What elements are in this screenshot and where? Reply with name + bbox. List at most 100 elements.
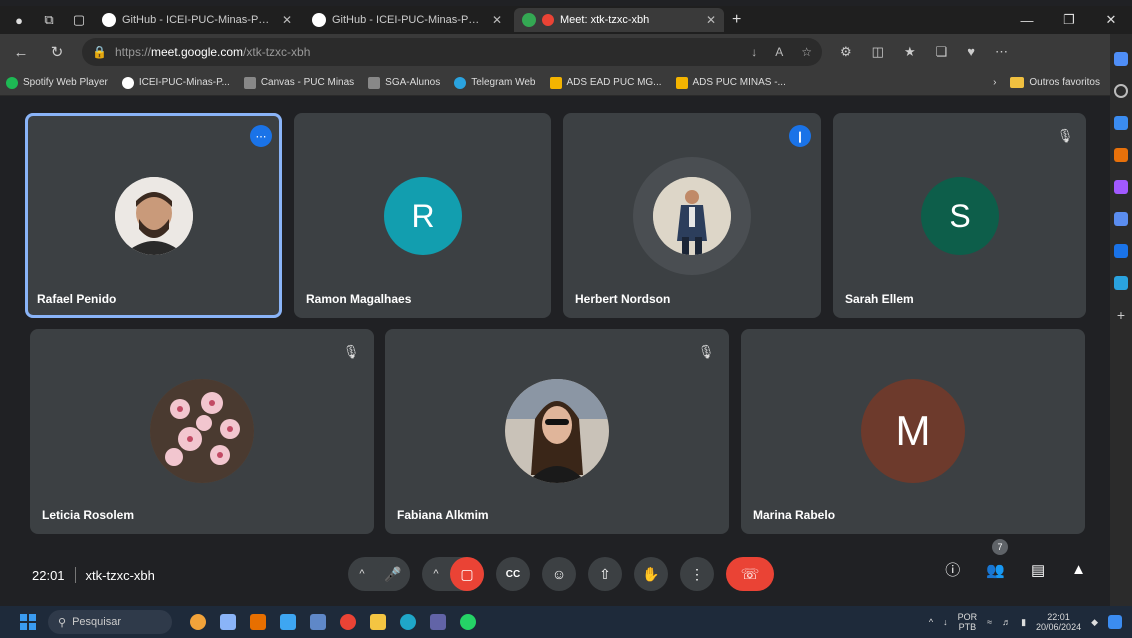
extensions-icon[interactable]: ⚙ — [840, 44, 852, 60]
clock[interactable]: 22:01 20/06/2024 — [1036, 612, 1081, 632]
teams-icon[interactable] — [430, 614, 446, 630]
weather-app-icon[interactable] — [190, 614, 206, 630]
minimize-icon[interactable]: — — [1006, 6, 1048, 34]
bookmark-ads-ead[interactable]: ADS EAD PUC MG... — [549, 76, 662, 89]
bookmark-label: ADS PUC MINAS -... — [692, 77, 786, 88]
volume-icon[interactable]: ♬ — [1002, 617, 1011, 627]
battery-icon[interactable]: ▮ — [1021, 617, 1026, 628]
audio-options-chevron-icon[interactable]: ^ — [348, 568, 376, 580]
windows-taskbar: ⚲ Pesquisar ^ ↓ POR PTB ≈ ♬ ▮ 22:01 20/0… — [0, 606, 1132, 638]
browser-tab-github-1[interactable]: GitHub - ICEI-PUC-Minas-PMV-/ ✕ — [94, 8, 300, 32]
add-icon[interactable]: + — [1114, 308, 1128, 322]
browser-tab-github-2[interactable]: GitHub - ICEI-PUC-Minas-PMV-/ ✕ — [304, 8, 510, 32]
participant-tile-fabiana[interactable]: 🎙 Fabiana Alkmim — [385, 329, 729, 534]
bookmark-label: SGA-Alunos — [385, 77, 441, 88]
shopping-icon[interactable] — [1114, 148, 1128, 162]
bookmark-canvas[interactable]: Canvas - PUC Minas — [243, 76, 354, 89]
close-icon[interactable]: ✕ — [492, 13, 502, 27]
participant-tile-leticia[interactable]: 🎙 Leticia Rosolem — [30, 329, 374, 534]
file-explorer-icon[interactable] — [370, 614, 386, 630]
recording-icon — [542, 14, 554, 26]
avatar: M — [861, 379, 965, 483]
read-aloud-icon[interactable]: A — [775, 45, 783, 59]
new-tab-button[interactable]: + — [732, 11, 741, 29]
screen: ● ⧉ ▢ GitHub - ICEI-PUC-Minas-PMV-/ ✕ Gi… — [0, 0, 1132, 638]
calculator-icon[interactable] — [310, 614, 326, 630]
chevron-right-icon[interactable]: › — [993, 77, 996, 88]
collections-icon[interactable]: ❏ — [936, 44, 948, 60]
bookmark-sga[interactable]: SGA-Alunos — [368, 76, 441, 89]
refresh-icon[interactable]: ↻ — [42, 37, 72, 67]
tag-icon[interactable] — [1114, 116, 1128, 130]
more-options-icon[interactable]: ⋯ — [250, 125, 272, 147]
bookmark-spotify[interactable]: Spotify Web Player — [6, 76, 108, 89]
task-view-icon[interactable] — [220, 614, 236, 630]
more-icon[interactable]: ⋯ — [995, 44, 1008, 60]
edge-icon[interactable] — [400, 614, 416, 630]
url-host: meet.google.com — [150, 45, 244, 59]
download-icon[interactable]: ↓ — [751, 45, 757, 59]
wifi-icon[interactable]: ≈ — [987, 617, 992, 627]
language-indicator[interactable]: POR PTB — [958, 612, 978, 632]
workspaces-icon[interactable]: ⧉ — [38, 9, 60, 31]
spotify-icon — [6, 76, 18, 89]
window-controls: — ❐ ✕ — [1006, 6, 1132, 34]
more-options-button[interactable]: ⋮ — [680, 557, 714, 591]
participant-tile-sarah[interactable]: 🎙 S Sarah Ellem — [833, 113, 1086, 318]
profile-icon[interactable]: ● — [8, 9, 30, 31]
tab-label: GitHub - ICEI-PUC-Minas-PMV-/ — [332, 14, 486, 26]
taskbar-search-input[interactable]: ⚲ Pesquisar — [48, 610, 172, 634]
favorites-icon[interactable]: ★ — [904, 44, 916, 60]
people-icon[interactable] — [1114, 180, 1128, 194]
participant-tile-rafael[interactable]: ⋯ Rafael Penido — [25, 113, 282, 318]
activities-icon[interactable]: ▲ — [1071, 561, 1086, 578]
leave-call-button[interactable]: ☏ — [726, 557, 774, 591]
chevron-up-icon[interactable]: ^ — [929, 617, 933, 627]
url-input[interactable]: 🔒 https://meet.google.com/xtk-tzxc-xbh ↓… — [82, 38, 822, 66]
bookmark-telegram[interactable]: Telegram Web — [454, 76, 536, 89]
usb-icon[interactable]: ↓ — [943, 617, 948, 627]
bookmarks-bar: Spotify Web Player ICEI-PUC-Minas-P... C… — [0, 70, 1110, 96]
copilot-icon[interactable] — [1114, 52, 1128, 66]
raise-hand-button[interactable]: ✋ — [634, 557, 668, 591]
back-icon[interactable]: ← — [6, 37, 36, 67]
vscode-icon[interactable] — [280, 614, 296, 630]
tab-actions-icon[interactable]: ▢ — [68, 9, 90, 31]
microphone-button[interactable]: 🎤 — [376, 557, 410, 591]
video-options-chevron-icon[interactable]: ^ — [422, 568, 450, 580]
close-icon[interactable]: ✕ — [706, 13, 716, 27]
games-icon[interactable] — [1114, 212, 1128, 226]
participant-tile-ramon[interactable]: R Ramon Magalhaes — [294, 113, 551, 318]
whatsapp-icon[interactable] — [460, 614, 476, 630]
chrome-icon[interactable] — [340, 614, 356, 630]
participant-tile-marina[interactable]: M Marina Rabelo — [741, 329, 1085, 534]
folder-icon — [1010, 77, 1025, 88]
other-favorites[interactable]: Outros favoritos — [1010, 77, 1100, 88]
outlook-icon[interactable] — [1114, 244, 1128, 258]
captions-button[interactable]: CC — [496, 557, 530, 591]
search-icon[interactable] — [1114, 84, 1128, 98]
emoji-button[interactable]: ☺ — [542, 557, 576, 591]
java-icon[interactable] — [250, 614, 266, 630]
language-bottom: PTB — [958, 622, 977, 632]
close-window-icon[interactable]: ✕ — [1090, 6, 1132, 34]
copilot-icon[interactable] — [1108, 615, 1122, 629]
close-icon[interactable]: ✕ — [282, 13, 292, 27]
notification-icon[interactable]: ◆ — [1091, 617, 1098, 628]
send-icon[interactable] — [1114, 276, 1128, 290]
participant-tile-herbert[interactable]: ❙ Herbert Nordson — [563, 113, 821, 318]
split-screen-icon[interactable]: ◫ — [872, 44, 884, 60]
browser-tab-meet[interactable]: Meet: xtk-tzxc-xbh ✕ — [514, 8, 724, 32]
people-icon[interactable]: 👥 — [986, 561, 1005, 579]
performance-icon[interactable]: ♥ — [967, 44, 975, 60]
meeting-details-icon[interactable]: ⓘ — [945, 559, 960, 580]
camera-off-button[interactable]: ▢ — [450, 557, 484, 591]
meeting-time: 22:01 — [32, 567, 65, 583]
bookmark-ads-puc[interactable]: ADS PUC MINAS -... — [675, 76, 786, 89]
favorite-star-icon[interactable]: ☆ — [801, 45, 812, 59]
restore-icon[interactable]: ❐ — [1048, 6, 1090, 34]
bookmark-icei[interactable]: ICEI-PUC-Minas-P... — [121, 76, 230, 89]
windows-start-icon[interactable] — [20, 614, 36, 630]
chat-icon[interactable]: ▤ — [1031, 561, 1045, 579]
present-screen-button[interactable]: ⇧ — [588, 557, 622, 591]
